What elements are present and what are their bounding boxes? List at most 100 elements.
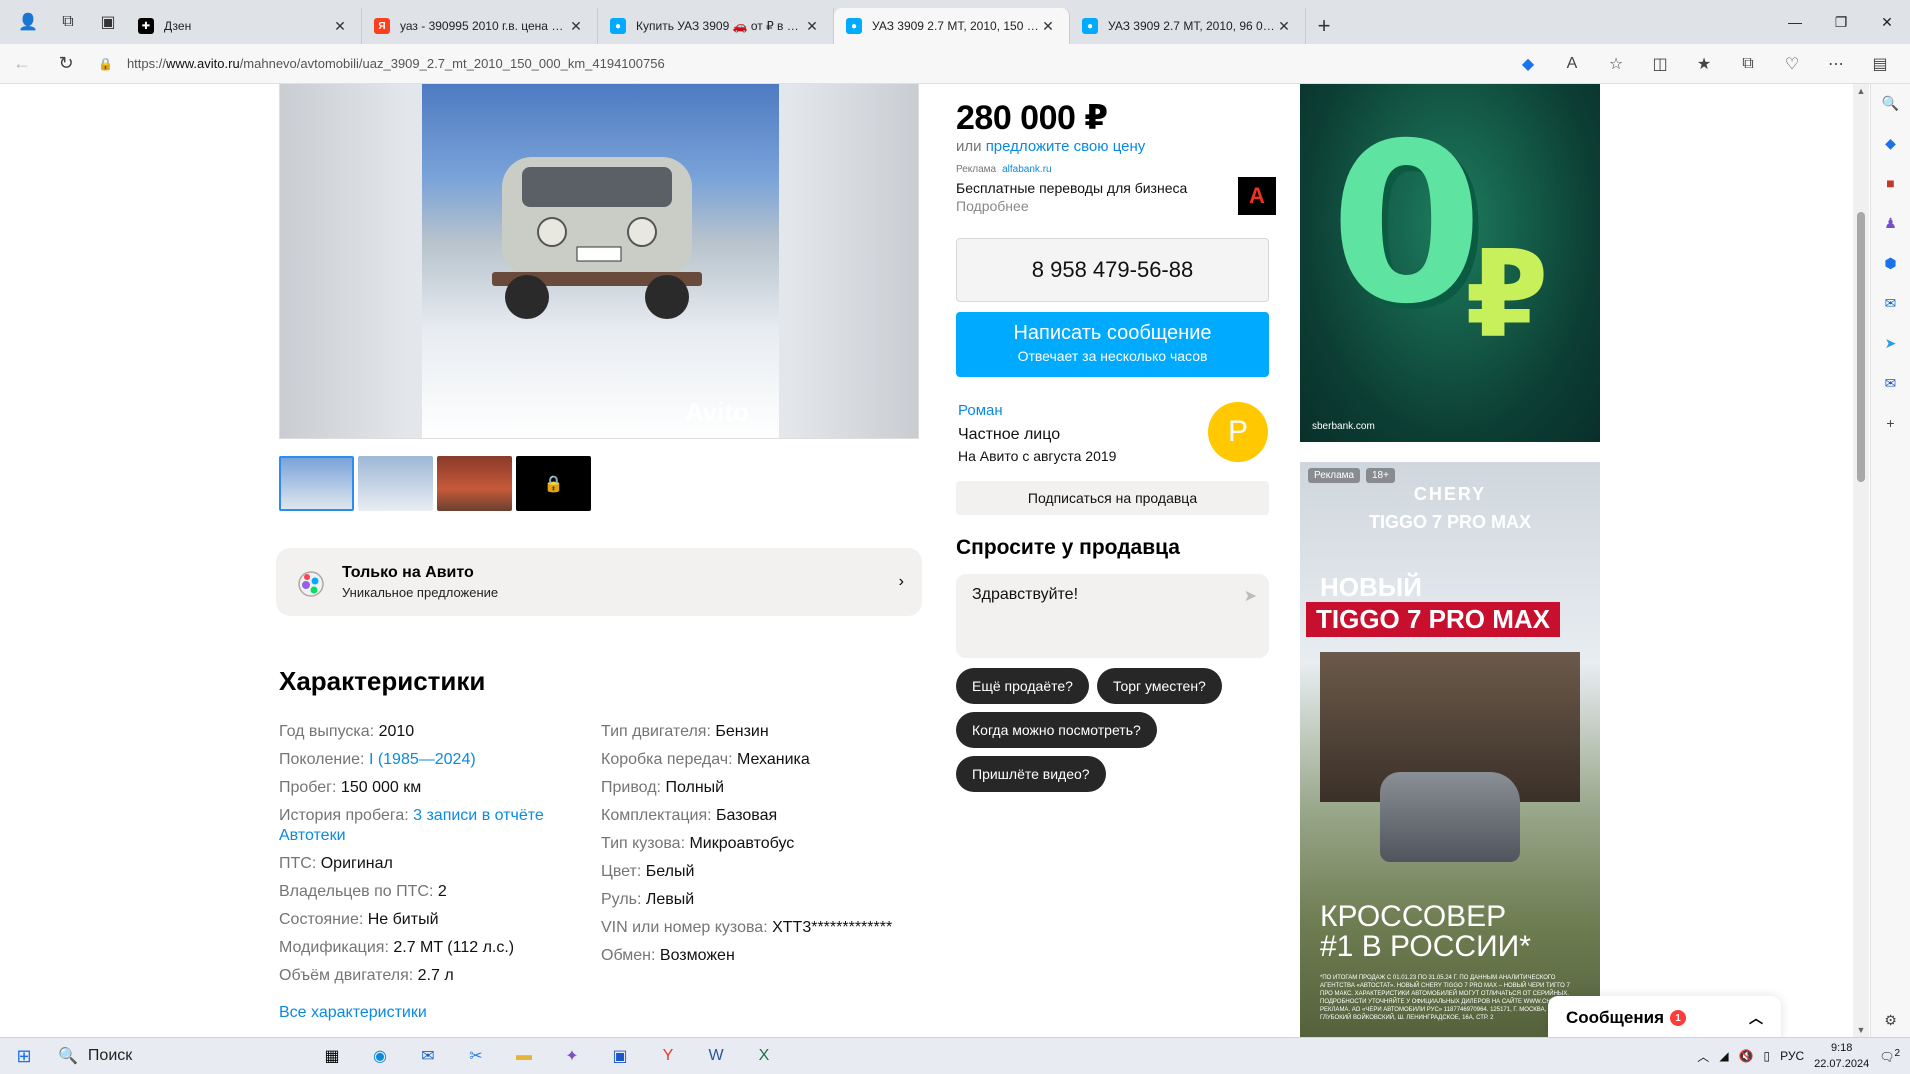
split-screen-icon[interactable]: ◫ bbox=[1638, 46, 1682, 82]
lock-icon[interactable]: 🔒 bbox=[98, 57, 113, 71]
generation-link[interactable]: I (1985—2024) bbox=[369, 751, 476, 768]
sber-ruble-graphic: ₽ bbox=[1465, 226, 1549, 365]
scrollbar-thumb[interactable] bbox=[1857, 212, 1865, 482]
favorites-icon[interactable]: ★ bbox=[1682, 46, 1726, 82]
vertical-tabs-icon[interactable]: ▣ bbox=[90, 6, 126, 38]
close-window-icon[interactable]: ✕ bbox=[1864, 0, 1910, 44]
subscribe-seller-button[interactable]: Подписаться на продавца bbox=[956, 481, 1269, 515]
copilot-icon[interactable]: ✦ bbox=[548, 1038, 596, 1074]
page-scrollbar[interactable]: ▲ ▼ bbox=[1853, 84, 1869, 1037]
close-tab-icon[interactable]: ✕ bbox=[1039, 18, 1057, 35]
thumbnail-2[interactable] bbox=[358, 456, 433, 511]
quick-reply-when-view[interactable]: Когда можно посмотреть? bbox=[956, 712, 1157, 748]
thumbnail-1[interactable] bbox=[279, 456, 354, 511]
chery-ad[interactable]: Реклама 18+ CHERY TIGGO 7 PRO MAX НОВЫЙ … bbox=[1300, 462, 1600, 1037]
word-icon[interactable]: W bbox=[692, 1038, 740, 1074]
yandex-browser-icon[interactable]: Y bbox=[644, 1038, 692, 1074]
tab-avito-uaz-96000[interactable]: ● УАЗ 3909 2.7 MT, 2010, 96 000 к ✕ bbox=[1070, 8, 1306, 44]
notifications-icon[interactable]: 🗨2 bbox=[1879, 1048, 1900, 1064]
ad-label: Реклама bbox=[956, 164, 997, 175]
edge-browser-icon[interactable]: ◉ bbox=[356, 1038, 404, 1074]
taskbar-clock[interactable]: 9:18 22.07.2024 bbox=[1814, 1040, 1869, 1072]
windows-start-icon[interactable]: ⊞ bbox=[0, 1038, 48, 1074]
network-icon[interactable]: ◢ bbox=[1719, 1049, 1728, 1063]
close-tab-icon[interactable]: ✕ bbox=[567, 18, 585, 35]
reload-icon[interactable]: ↻ bbox=[44, 46, 88, 82]
url-field[interactable]: 🔒 https://www.avito.ru/mahnevo/avtomobil… bbox=[88, 49, 1498, 79]
tab-avito-listing-search[interactable]: ● Купить УАЗ 3909 🚗 от ₽ в Оре ✕ bbox=[598, 8, 834, 44]
avito-only-banner[interactable]: Только на Авито Уникальное предложение › bbox=[276, 548, 922, 616]
search-icon[interactable]: 🔍 bbox=[1878, 90, 1904, 116]
alfabank-ad[interactable]: Реклама alfabank.ru Бесплатные переводы д… bbox=[956, 164, 1276, 234]
mail-icon[interactable]: ✉ bbox=[1878, 370, 1904, 396]
offer-price-link[interactable]: предложите свою цену bbox=[986, 138, 1146, 155]
close-tab-icon[interactable]: ✕ bbox=[331, 18, 349, 35]
dzen-favicon-icon: ✚ bbox=[138, 18, 154, 34]
thumbnail-locked[interactable]: 🔒 bbox=[516, 456, 591, 511]
thumbnail-3[interactable] bbox=[437, 456, 512, 511]
restore-icon[interactable]: ❐ bbox=[1818, 0, 1864, 44]
spec-key: Владельцев по ПТС: bbox=[279, 883, 434, 900]
microsoft365-icon[interactable]: ⬢ bbox=[1878, 250, 1904, 276]
listing-main-photo[interactable]: Avito bbox=[279, 84, 919, 439]
quick-reply-still-selling[interactable]: Ещё продаёте? bbox=[956, 668, 1089, 704]
alfabank-logo-icon: А bbox=[1238, 177, 1276, 215]
close-tab-icon[interactable]: ✕ bbox=[803, 18, 821, 35]
ad-domain[interactable]: alfabank.ru bbox=[1002, 164, 1051, 175]
write-message-title: Написать сообщение bbox=[1013, 322, 1212, 344]
workspaces-icon[interactable]: ⧉ bbox=[50, 6, 86, 38]
ad-more-link[interactable]: Подробнее bbox=[956, 198, 1276, 214]
excel-icon[interactable]: X bbox=[740, 1038, 788, 1074]
browser-essentials-icon[interactable]: ♡ bbox=[1770, 46, 1814, 82]
quick-reply-send-video[interactable]: Пришлёте видео? bbox=[956, 756, 1106, 792]
seller-name-link[interactable]: Роман bbox=[958, 402, 1003, 419]
spec-key: Состояние: bbox=[279, 911, 364, 928]
sidebar-toggle-icon[interactable]: ▤ bbox=[1858, 46, 1902, 82]
favorite-star-icon[interactable]: ☆ bbox=[1594, 46, 1638, 82]
show-phone-button[interactable]: 8 958 479-56-88 bbox=[956, 238, 1269, 302]
language-indicator[interactable]: РУС bbox=[1780, 1049, 1804, 1063]
tab-dzen[interactable]: ✚ Дзен ✕ bbox=[126, 8, 362, 44]
tab-avito-uaz-150000[interactable]: ● УАЗ 3909 2.7 MT, 2010, 150 000 ✕ bbox=[834, 8, 1070, 44]
outlook-icon[interactable]: ✉ bbox=[1878, 290, 1904, 316]
quick-reply-bargain[interactable]: Торг уместен? bbox=[1097, 668, 1222, 704]
scroll-up-icon[interactable]: ▲ bbox=[1853, 86, 1869, 96]
telegram-icon[interactable]: ➤ bbox=[1878, 330, 1904, 356]
ask-seller-input[interactable]: Здравствуйте! ➤ bbox=[956, 574, 1269, 658]
all-specs-link[interactable]: Все характеристики bbox=[279, 1004, 427, 1022]
write-message-button[interactable]: Написать сообщение Отвечает за несколько… bbox=[956, 312, 1269, 377]
send-icon[interactable]: ➤ bbox=[1244, 586, 1257, 606]
chevron-up-icon[interactable]: ︿ bbox=[1749, 1008, 1763, 1028]
battery-icon[interactable]: ▯ bbox=[1764, 1049, 1771, 1063]
messages-widget[interactable]: Сообщения 1 ︿ bbox=[1548, 996, 1781, 1037]
volume-icon[interactable]: 🔇 bbox=[1739, 1049, 1754, 1063]
store-icon[interactable]: ▣ bbox=[596, 1038, 644, 1074]
shopping-tag-icon[interactable]: ◆ bbox=[1506, 46, 1550, 82]
avito-watermark: Avito bbox=[684, 397, 749, 427]
games-icon[interactable]: ♟ bbox=[1878, 210, 1904, 236]
profile-icon[interactable]: 👤 bbox=[10, 6, 46, 38]
back-icon[interactable]: ← bbox=[0, 46, 44, 82]
collections-icon[interactable]: ⧉ bbox=[1726, 46, 1770, 82]
minimize-icon[interactable]: — bbox=[1772, 0, 1818, 44]
file-explorer-icon[interactable]: ▬ bbox=[500, 1038, 548, 1074]
new-tab-button[interactable]: + bbox=[1306, 8, 1342, 44]
taskbar-search[interactable]: 🔍 Поиск bbox=[48, 1038, 258, 1074]
task-view-icon[interactable]: ▦ bbox=[308, 1038, 356, 1074]
add-sidebar-app-icon[interactable]: + bbox=[1878, 410, 1904, 436]
spec-key: Тип двигателя: bbox=[601, 723, 711, 740]
mail-app-icon[interactable]: ✉ bbox=[404, 1038, 452, 1074]
close-tab-icon[interactable]: ✕ bbox=[1275, 18, 1293, 35]
snipping-tool-icon[interactable]: ✂ bbox=[452, 1038, 500, 1074]
scroll-down-icon[interactable]: ▼ bbox=[1853, 1025, 1869, 1035]
tray-expand-icon[interactable]: ︿ bbox=[1697, 1048, 1709, 1065]
sberbank-ad[interactable]: 0 ₽ sberbank.com bbox=[1300, 84, 1600, 442]
tools-icon[interactable]: ■ bbox=[1878, 170, 1904, 196]
spec-key: Модификация: bbox=[279, 939, 389, 956]
more-menu-icon[interactable]: ⋯ bbox=[1814, 46, 1858, 82]
tab-yandex-search[interactable]: Я уаз - 390995 2010 г.в. цена — Я ✕ bbox=[362, 8, 598, 44]
read-aloud-icon[interactable]: A bbox=[1550, 46, 1594, 82]
settings-icon[interactable]: ⚙ bbox=[1878, 1007, 1904, 1033]
seller-avatar[interactable]: Р bbox=[1208, 402, 1268, 462]
shopping-icon[interactable]: ◆ bbox=[1878, 130, 1904, 156]
